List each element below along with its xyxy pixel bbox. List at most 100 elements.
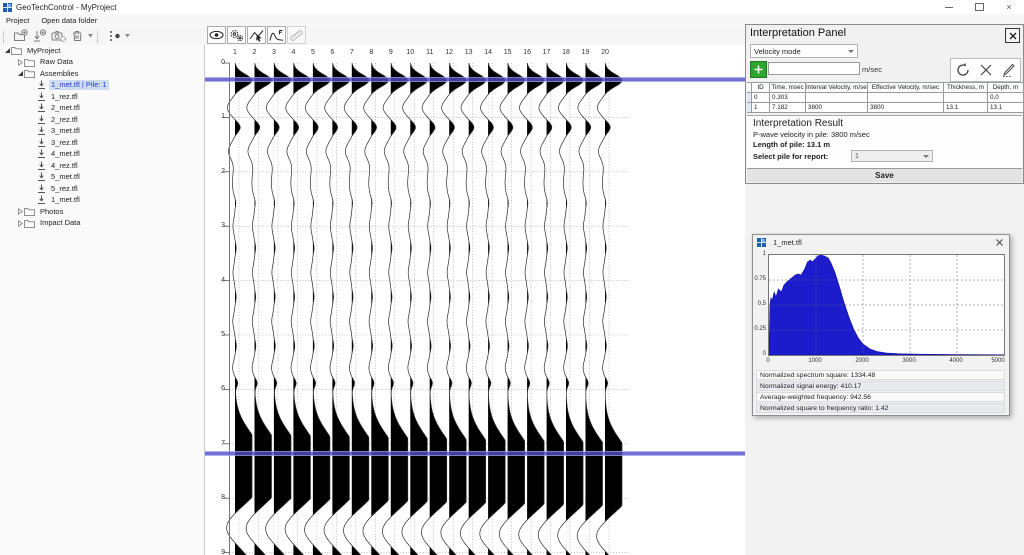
spectrum-stats: Normalized spectrum square: 1334.48Norma… (756, 370, 1005, 414)
ruler-icon (289, 29, 304, 42)
measure-button[interactable] (287, 26, 306, 44)
close-icon (1009, 32, 1017, 40)
trace-number: 16 (519, 49, 535, 56)
tree-item-1-rez-tfl[interactable]: 1_rez.tfl (0, 91, 204, 103)
time-pick-line[interactable] (205, 77, 745, 82)
expand-arrow-icon[interactable] (16, 220, 24, 227)
tree-item-2-met-tfl[interactable]: 2_met.tfl (0, 103, 204, 115)
mode-select[interactable]: Velocity mode (750, 44, 858, 58)
spectrum-y-tick: 0.5 (753, 301, 766, 307)
tree-item-assemblies[interactable]: Assemblies (0, 68, 204, 80)
tree-item-label: 4_met.tfl (49, 149, 82, 159)
tree-item-myproject[interactable]: MyProject (0, 45, 204, 57)
titlebar: GeoTechControl - MyProject × (0, 0, 1024, 15)
time-pick-line[interactable] (205, 451, 745, 456)
spectrum-window-title: 1_met.tfl (773, 238, 802, 247)
interpretation-panel: Interpretation Panel Velocity mode m/sec (745, 24, 1024, 184)
clear-picks-button[interactable] (974, 60, 997, 80)
new-project-button[interactable] (11, 28, 30, 44)
tree-item-label: 4_rez.tfl (49, 161, 80, 171)
tree-item-2-rez-tfl[interactable]: 2_rez.tfl (0, 114, 204, 126)
table-row[interactable]: 00.3030.0 (747, 93, 1024, 103)
probe-plus-icon (32, 29, 47, 43)
tree-item-label: Impact Data (38, 218, 82, 228)
table-cell: 3800 (868, 103, 944, 113)
tree-item-1-met-tfl-pile-1[interactable]: 1_met.tfl | Pile: 1 (0, 80, 204, 92)
add-layer-button[interactable] (750, 61, 767, 78)
points-list-button[interactable] (105, 28, 124, 44)
trace-number: 2 (246, 49, 262, 56)
mode-select-value: Velocity mode (754, 47, 801, 56)
time-axis-label: 2 (205, 168, 225, 175)
trace-number: 7 (344, 49, 360, 56)
time-axis-label: 1 (205, 113, 225, 120)
project-tree: MyProjectRaw DataAssemblies1_met.tfl | P… (0, 45, 205, 555)
save-button[interactable]: Save (747, 168, 1022, 182)
maximize-button[interactable] (964, 0, 994, 14)
panel-close-button[interactable] (1005, 28, 1020, 43)
time-axis-label: 7 (205, 440, 225, 447)
sensor-file-icon (37, 126, 46, 136)
waveform-viewer[interactable]: 1234567891011121314151617181920012345678… (205, 45, 745, 555)
delete-button[interactable] (68, 28, 87, 44)
tree-item-photos[interactable]: Photos (0, 206, 204, 218)
menu-item-open-data-folder[interactable]: Open data folder (35, 14, 103, 27)
minimize-button[interactable] (934, 0, 964, 14)
spectrum-icon (269, 29, 284, 42)
expand-arrow-icon[interactable] (16, 59, 24, 66)
report-pile-label: Select pile for report: (753, 152, 828, 161)
spectrum-button[interactable] (267, 26, 286, 44)
tree-item-impact-data[interactable]: Impact Data (0, 218, 204, 230)
tree-item-3-rez-tfl[interactable]: 3_rez.tfl (0, 137, 204, 149)
tree-item-4-rez-tfl[interactable]: 4_rez.tfl (0, 160, 204, 172)
tree-item-4-met-tfl[interactable]: 4_met.tfl (0, 149, 204, 161)
menu-item-project[interactable]: Project (0, 14, 35, 27)
spectrum-x-tick: 0 (758, 358, 778, 364)
spectrum-window-titlebar[interactable]: 1_met.tfl (753, 235, 1009, 250)
collapse-arrow-icon[interactable] (16, 70, 24, 77)
pencil-icon (1001, 62, 1017, 78)
column-header: Time, msec (770, 83, 806, 93)
table-row[interactable]: 17.1823800380013.113.1 (747, 103, 1024, 113)
refresh-button[interactable] (951, 60, 974, 80)
expand-arrow-icon[interactable] (16, 208, 24, 215)
report-pile-select[interactable]: 1 (851, 150, 933, 162)
velocity-unit-label: m/sec (862, 65, 882, 74)
sensor-file-icon (37, 184, 46, 194)
toolbar-drag-handle[interactable] (3, 30, 7, 43)
velocity-input[interactable] (768, 62, 860, 75)
trace-number: 9 (383, 49, 399, 56)
visibility-button[interactable] (207, 26, 226, 44)
tree-item-3-met-tfl[interactable]: 3_met.tfl (0, 126, 204, 138)
tree-item-5-rez-tfl[interactable]: 5_rez.tfl (0, 183, 204, 195)
spectrum-stat-line: Normalized signal energy: 410.17 (756, 381, 1005, 391)
result-heading: Interpretation Result (753, 118, 1022, 129)
wiggle-trace-canvas[interactable] (205, 45, 745, 555)
pick-tool-button[interactable] (247, 26, 266, 44)
tree-item-raw-data[interactable]: Raw Data (0, 57, 204, 69)
tree-item-label: MyProject (25, 46, 62, 56)
table-cell: 0 (752, 93, 770, 103)
toolbar-dropdown-icon[interactable] (124, 34, 131, 38)
close-button[interactable]: × (994, 0, 1024, 14)
refresh-icon (955, 62, 971, 78)
spectrum-stat-line: Normalized square to frequency ratio: 1.… (756, 403, 1005, 413)
toolbar-dropdown-icon[interactable] (87, 34, 94, 38)
tree-item-label: 2_rez.tfl (49, 115, 80, 125)
tree-item-label: 5_rez.tfl (49, 184, 80, 194)
edit-picks-button[interactable] (997, 60, 1020, 80)
folder-icon (24, 69, 35, 78)
spectrum-close-button[interactable] (993, 238, 1005, 248)
settings-button[interactable] (227, 26, 246, 44)
table-cell: 0.303 (770, 93, 806, 103)
tree-item-1-met-tfl[interactable]: 1_met.tfl (0, 195, 204, 207)
collapse-arrow-icon[interactable] (3, 47, 11, 54)
spectrum-y-tick: 1 (753, 251, 766, 257)
trace-number: 12 (441, 49, 457, 56)
add-probe-button[interactable] (30, 28, 49, 44)
tree-item-label: 1_met.tfl (49, 195, 82, 205)
tree-item-5-met-tfl[interactable]: 5_met.tfl (0, 172, 204, 184)
layers-table[interactable]: IDTime, msecInterval Velocity, m/secEffe… (747, 82, 1024, 113)
camera-settings-button[interactable] (49, 28, 68, 44)
trace-number: 13 (461, 49, 477, 56)
